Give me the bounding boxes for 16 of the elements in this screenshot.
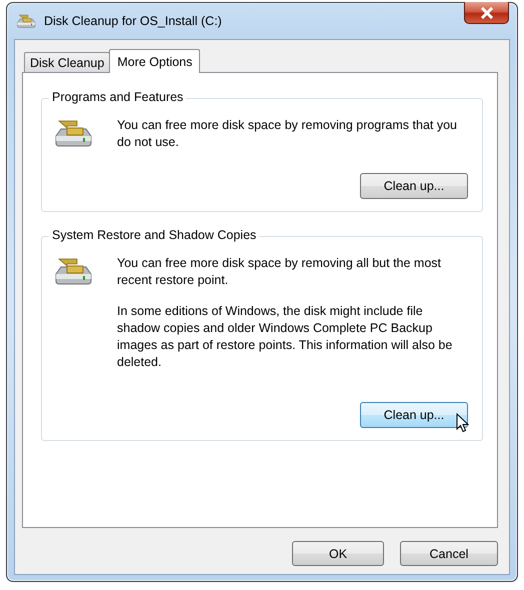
clean-up-button[interactable]: Clean up... <box>360 173 468 199</box>
description-text: In some editions of Windows, the disk might include file shadow copies and older Windows Complete PC Backup images as part of restore points. This information will also be deleted. <box>117 303 454 371</box>
close-button[interactable] <box>464 2 509 24</box>
tab[interactable]: Disk Cleanup <box>24 52 110 72</box>
description-text: You can free more disk space by removing programs that you do not use. <box>117 117 458 151</box>
tab[interactable]: More Options <box>109 49 200 73</box>
group-title: Programs and Features <box>49 90 186 104</box>
app-icon <box>16 13 36 29</box>
cursor-icon <box>456 413 469 433</box>
description-text: You can free more disk space by removing all but the most recent restore point. <box>117 255 442 289</box>
clean-up-button[interactable]: Clean up... <box>360 402 468 428</box>
group-title: System Restore and Shadow Copies <box>49 228 260 242</box>
cancel-button[interactable]: Cancel <box>400 541 498 566</box>
ok-button[interactable]: OK <box>292 541 384 566</box>
close-icon <box>480 6 494 18</box>
window-title: Disk Cleanup for OS_Install (C:) <box>44 14 223 28</box>
